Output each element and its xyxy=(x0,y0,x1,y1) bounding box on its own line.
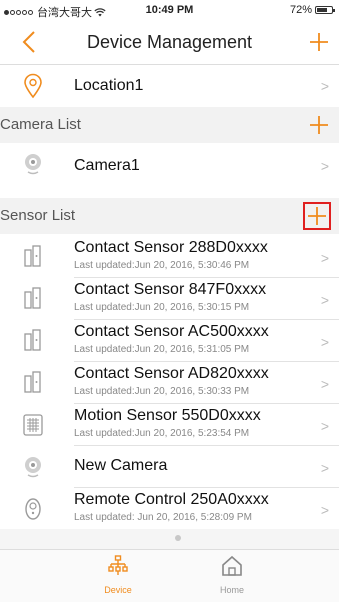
page-title: Device Management xyxy=(86,32,253,52)
chevron-right-icon: > xyxy=(320,158,329,174)
sensor-name: Remote Control 250A0xxxx xyxy=(74,491,269,508)
sensor-row[interactable]: Contact Sensor 288D0xxxx Last updated:Jun… xyxy=(0,236,339,278)
chevron-right-icon: > xyxy=(320,334,329,350)
status-bar: 台湾大哥大 10:49 PM 72% xyxy=(0,0,339,20)
camera-icon xyxy=(20,454,46,480)
sensor-row[interactable]: Contact Sensor AC500xxxx Last updated:Jun… xyxy=(0,320,339,362)
battery-percent: 72% xyxy=(289,4,312,16)
add-camera-button[interactable] xyxy=(309,115,329,135)
camera-label: Camera1 xyxy=(74,157,140,174)
sensor-name: Contact Sensor 847F0xxxx xyxy=(74,281,267,298)
chevron-right-icon: > xyxy=(320,460,329,476)
sensor-name: Contact Sensor 288D0xxxx xyxy=(74,239,268,256)
chevron-right-icon: > xyxy=(320,376,329,392)
battery-icon xyxy=(315,6,335,14)
chevron-right-icon: > xyxy=(320,418,329,434)
status-time: 10:49 PM xyxy=(145,4,194,16)
status-right: 72% xyxy=(289,4,335,16)
tab-device-label: Device xyxy=(104,585,132,595)
sensor-row[interactable]: Contact Sensor AD820xxxx Last updated:Jun… xyxy=(0,362,339,404)
home-icon xyxy=(222,555,242,576)
add-device-button[interactable] xyxy=(309,32,329,52)
sensor-name: Contact Sensor AD820xxxx xyxy=(74,365,269,382)
device-tree-icon xyxy=(108,555,128,575)
sensor-list-label: Sensor List xyxy=(0,207,76,224)
navigation-bar: Device Management xyxy=(0,20,339,65)
chevron-right-icon: > xyxy=(320,292,329,308)
contact-sensor-icon xyxy=(20,370,46,396)
motion-sensor-icon xyxy=(20,412,46,438)
camera-icon xyxy=(25,154,41,175)
sensor-row[interactable]: New Camera > xyxy=(0,446,339,488)
sensor-last-updated: Last updated: Jun 20, 2016, 5:28:09 PM xyxy=(74,512,252,523)
location-pin-icon xyxy=(24,73,42,99)
camera-row[interactable]: Camera1 > xyxy=(0,144,339,186)
tab-device[interactable]: Device xyxy=(78,554,158,595)
contact-sensor-icon xyxy=(20,244,46,270)
chevron-right-icon: > xyxy=(320,250,329,266)
sensor-row[interactable]: Remote Control 250A0xxxx Last updated: Ju… xyxy=(0,488,339,530)
sensor-last-updated: Last updated:Jun 20, 2016, 5:30:46 PM xyxy=(74,260,250,271)
tab-home-label: Home xyxy=(219,585,244,595)
sensor-name: Motion Sensor 550D0xxxx xyxy=(74,407,261,424)
sensor-last-updated: Last updated:Jun 20, 2016, 5:31:05 PM xyxy=(74,344,250,355)
contact-sensor-icon xyxy=(20,286,46,312)
sensor-row[interactable]: Motion Sensor 550D0xxxx Last updated:Jun … xyxy=(0,404,339,446)
add-sensor-button[interactable] xyxy=(303,202,331,230)
tab-home[interactable]: Home xyxy=(192,554,272,595)
page-indicator xyxy=(0,529,339,549)
sensor-row[interactable]: Contact Sensor 847F0xxxx Last updated:Jun… xyxy=(0,278,339,320)
sensor-list-header: Sensor List xyxy=(0,198,339,234)
sensor-name: Contact Sensor AC500xxxx xyxy=(74,323,269,340)
location-label: Location1 xyxy=(74,77,144,94)
sensor-last-updated: Last updated:Jun 20, 2016, 5:30:15 PM xyxy=(74,302,250,313)
sensor-last-updated: Last updated:Jun 20, 2016, 5:23:54 PM xyxy=(74,428,250,439)
tab-bar: Device Home xyxy=(0,549,339,602)
plus-icon xyxy=(308,207,326,225)
contact-sensor-icon xyxy=(20,328,46,354)
sensor-name: New Camera xyxy=(74,457,168,474)
sensor-last-updated: Last updated:Jun 20, 2016, 5:30:33 PM xyxy=(74,386,250,397)
location-row[interactable]: Location1 > xyxy=(0,65,339,105)
camera-list-label: Camera List xyxy=(0,116,81,133)
chevron-right-icon: > xyxy=(320,502,329,518)
chevron-right-icon: > xyxy=(320,78,329,94)
camera-list-header: Camera List xyxy=(0,107,339,143)
remote-control-icon xyxy=(20,496,46,522)
page-dot xyxy=(175,535,181,541)
